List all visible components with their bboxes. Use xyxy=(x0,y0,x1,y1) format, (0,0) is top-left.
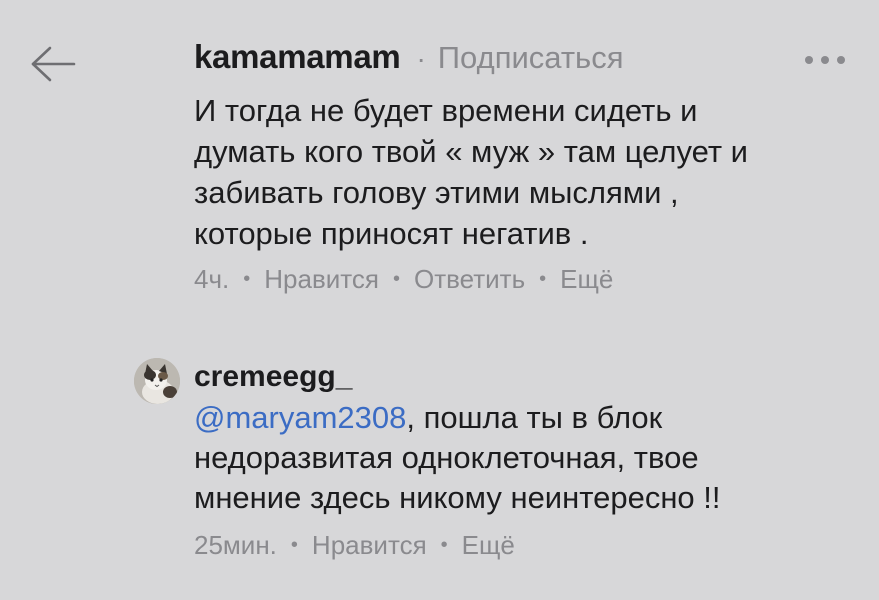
more-link[interactable]: Ещё xyxy=(560,264,613,295)
comment-actions: 4ч. • Нравится • Ответить • Ещё xyxy=(194,264,844,295)
comment-text: И тогда не будет времени сидеть и думать… xyxy=(194,93,748,251)
more-link[interactable]: Ещё xyxy=(462,530,515,561)
avatar[interactable] xyxy=(134,358,180,404)
comment-time: 4ч. xyxy=(194,264,230,294)
reply-time: 25мин. xyxy=(194,530,277,560)
reply-button[interactable]: Ответить xyxy=(414,264,525,295)
reply-body: cremeegg_ @maryam2308, пошла ты в блок н… xyxy=(194,352,854,561)
like-button[interactable]: Нравится xyxy=(264,264,379,295)
back-button[interactable] xyxy=(28,44,78,84)
comment-username[interactable]: kamamamam xyxy=(194,38,401,76)
separator-dot: • xyxy=(539,268,547,290)
like-button[interactable]: Нравится xyxy=(312,530,427,561)
comment-header: kamamamam · Подписаться xyxy=(194,38,844,76)
separator-dot: • xyxy=(392,268,400,290)
separator-dot: • xyxy=(440,534,448,556)
separator-dot: · xyxy=(416,43,426,74)
reply-text: @maryam2308, пошла ты в блок недоразвита… xyxy=(194,398,854,518)
separator-dot: • xyxy=(243,268,251,290)
separator-dot: • xyxy=(290,534,298,556)
arrow-left-icon xyxy=(31,46,76,82)
comment: kamamamam · Подписаться И тогда не будет… xyxy=(194,38,844,295)
reply-username[interactable]: cremeegg_ xyxy=(194,360,352,394)
subscribe-button[interactable]: Подписаться xyxy=(438,40,624,76)
mention-link[interactable]: @maryam2308 xyxy=(194,400,406,435)
cat-avatar-icon xyxy=(134,358,180,404)
reply-actions: 25мин. • Нравится • Ещё xyxy=(194,530,854,561)
